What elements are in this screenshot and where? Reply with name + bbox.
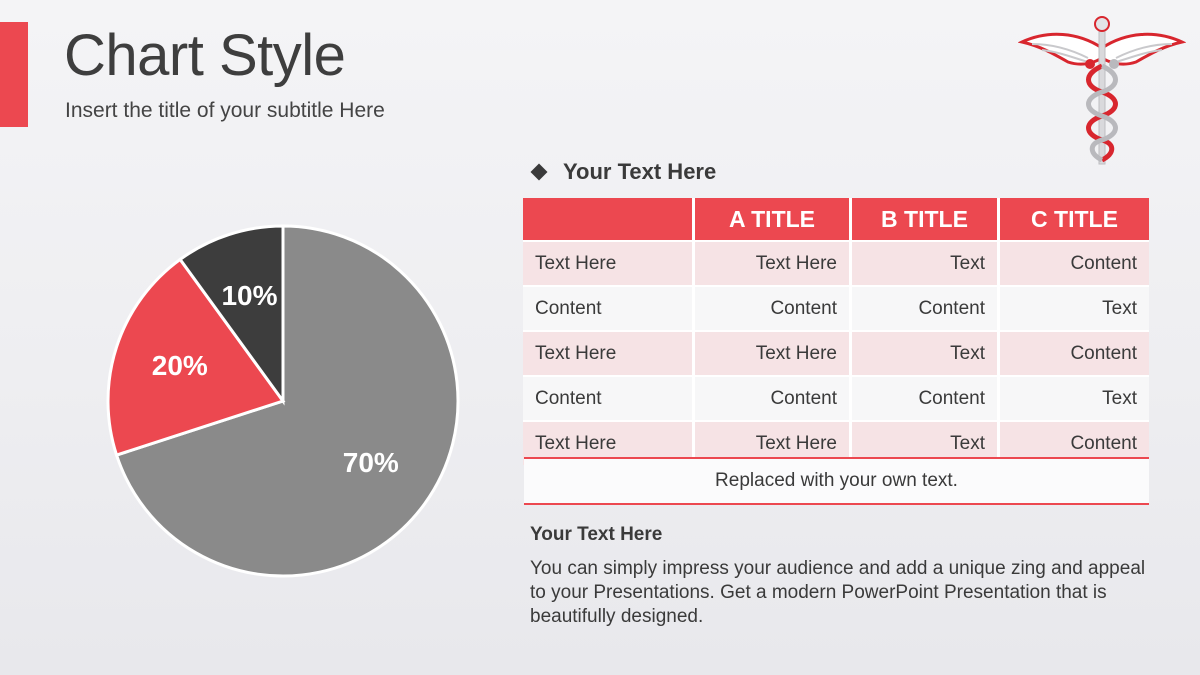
table-cell: Text Here	[695, 240, 852, 285]
section-heading: Your Text Here	[530, 159, 716, 185]
table-row: Content Content Content Text	[523, 285, 1149, 330]
table-cell: Content	[852, 375, 1000, 420]
description-heading: Your Text Here	[530, 524, 663, 545]
page-title: Chart Style	[64, 23, 346, 88]
pie-slice-label: 70%	[343, 447, 399, 478]
table-cell: Text	[1000, 285, 1149, 330]
table-header-row: A TITLE B TITLE C TITLE	[523, 198, 1149, 240]
caduceus-icon	[1018, 16, 1186, 165]
accent-bar	[0, 22, 28, 127]
table-row: Text Here Text Here Text Content	[523, 240, 1149, 285]
table-row: Text Here Text Here Text Content	[523, 330, 1149, 375]
table-footer: Replaced with your own text.	[524, 457, 1149, 505]
page-subtitle: Insert the title of your subtitle Here	[65, 99, 385, 122]
table-cell: Text Here	[695, 330, 852, 375]
table-cell: Text	[1000, 375, 1149, 420]
data-table: A TITLE B TITLE C TITLE Text Here Text H…	[523, 198, 1149, 465]
table-cell: Text	[852, 240, 1000, 285]
pie-chart: 70% 20% 10%	[100, 218, 466, 584]
table-cell: Content	[523, 285, 695, 330]
diamond-bullet-icon	[530, 163, 548, 181]
table-header-cell: C TITLE	[1000, 198, 1149, 240]
table-cell: Text Here	[523, 240, 695, 285]
table-row: Content Content Content Text	[523, 375, 1149, 420]
section-heading-text: Your Text Here	[563, 159, 717, 184]
table-header-cell: B TITLE	[852, 198, 1000, 240]
table-cell: Content	[1000, 330, 1149, 375]
table-cell: Content	[523, 375, 695, 420]
table-cell: Content	[695, 285, 852, 330]
table-cell: Content	[1000, 240, 1149, 285]
pie-slice-label: 10%	[221, 280, 277, 311]
table-cell: Text Here	[523, 330, 695, 375]
table-header-cell: A TITLE	[695, 198, 852, 240]
description-body: You can simply impress your audience and…	[530, 558, 1146, 627]
pie-slice-label: 20%	[152, 350, 208, 381]
table-cell: Text	[852, 330, 1000, 375]
table-cell: Content	[852, 285, 1000, 330]
table-header-cell	[523, 198, 695, 240]
table-cell: Content	[695, 375, 852, 420]
